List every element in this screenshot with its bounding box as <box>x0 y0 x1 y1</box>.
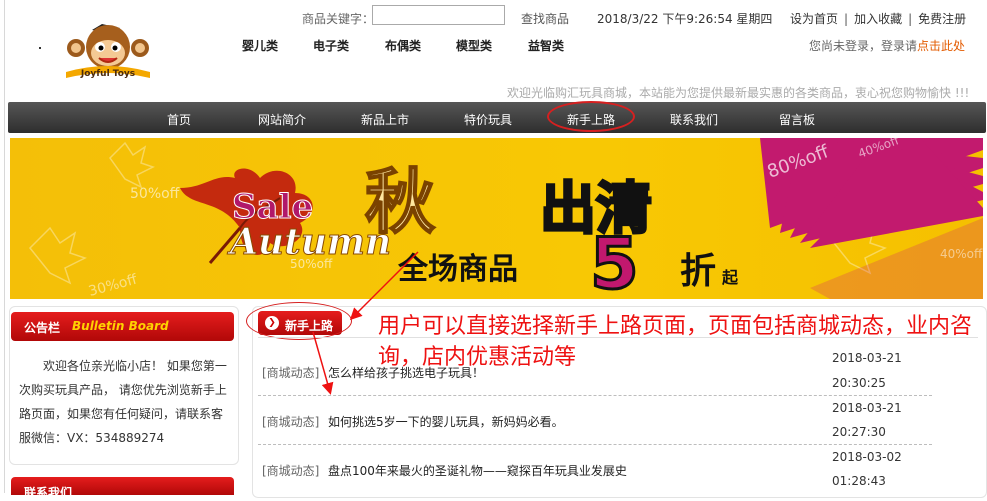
annotation-arrows <box>312 251 419 395</box>
